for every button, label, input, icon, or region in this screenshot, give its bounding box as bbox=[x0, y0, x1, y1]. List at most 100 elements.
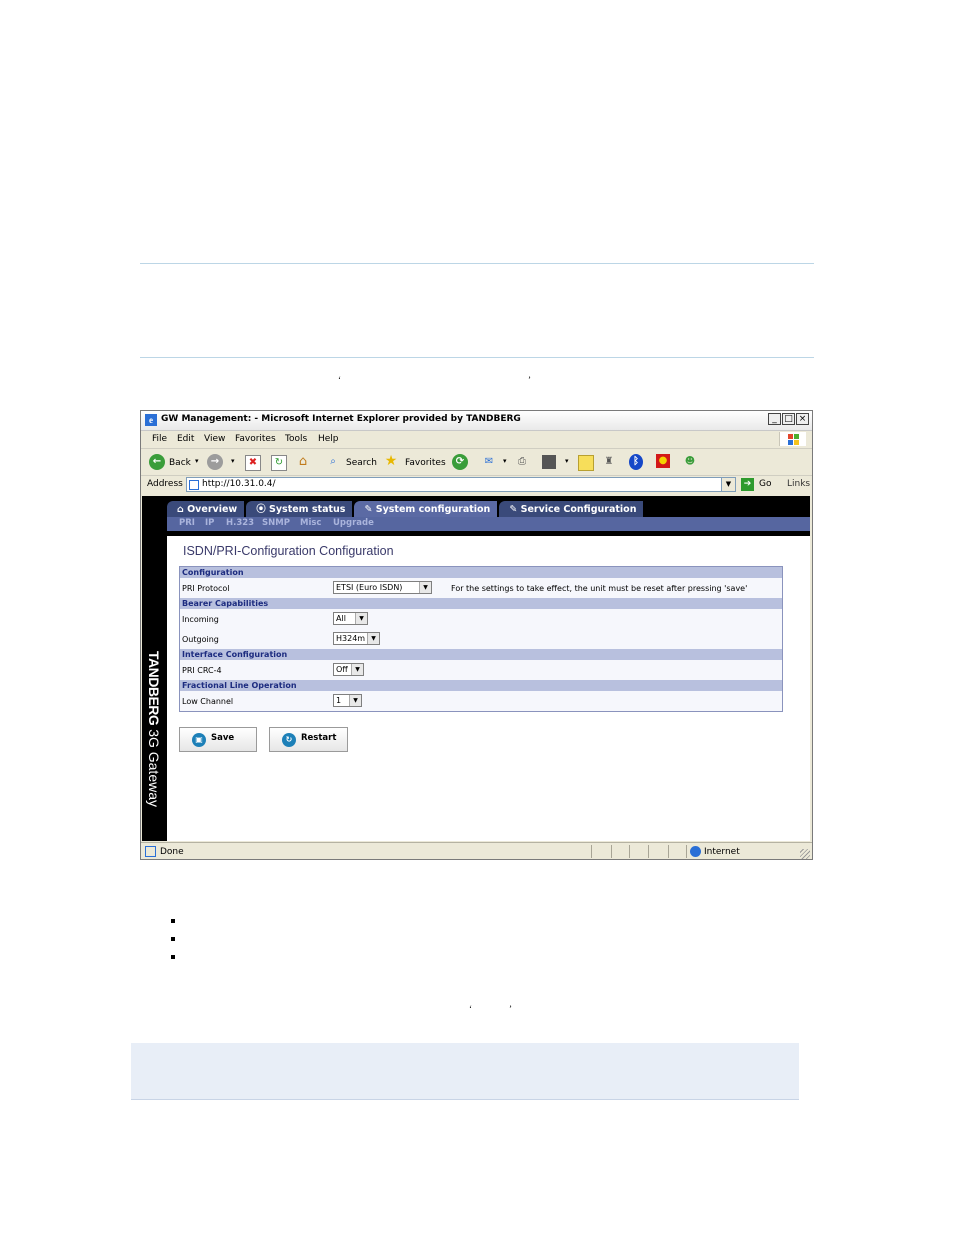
top-divider bbox=[140, 263, 814, 264]
close-quote: ’ bbox=[509, 1004, 512, 1014]
maximize-button[interactable]: □ bbox=[782, 413, 795, 425]
resize-grip[interactable] bbox=[800, 849, 810, 859]
tab-overview[interactable]: ⌂ Overview bbox=[167, 501, 245, 517]
pri-protocol-select[interactable]: ETSI (Euro ISDN) ▼ bbox=[333, 581, 432, 594]
history-icon[interactable]: ⟳ bbox=[452, 454, 468, 470]
research-icon[interactable]: ♜ bbox=[602, 455, 616, 469]
home-icon: ⌂ bbox=[177, 504, 188, 515]
incoming-value: All bbox=[336, 614, 346, 623]
save-button[interactable]: ▣ Save bbox=[179, 727, 257, 752]
address-label: Address bbox=[147, 479, 183, 489]
notes-icon[interactable] bbox=[578, 455, 594, 471]
wrench-icon: ✎ bbox=[509, 504, 521, 515]
stop-icon[interactable]: ✖ bbox=[245, 455, 261, 471]
subnav-snmp[interactable]: SNMP bbox=[262, 518, 290, 528]
subnav-h323[interactable]: H.323 bbox=[226, 518, 254, 528]
pri-crc4-select[interactable]: Off ▼ bbox=[333, 663, 364, 676]
save-button-label: Save bbox=[211, 733, 235, 743]
outgoing-select[interactable]: H324m ▼ bbox=[333, 632, 380, 645]
menu-view[interactable]: View bbox=[204, 434, 225, 444]
favorites-button[interactable]: Favorites bbox=[405, 458, 446, 468]
ie-icon: e bbox=[145, 414, 157, 426]
status-bar: Done Internet bbox=[141, 842, 812, 859]
section-header: Interface Configuration bbox=[180, 649, 782, 660]
back-dropdown-icon[interactable]: ▾ bbox=[195, 457, 199, 465]
tab-system-configuration[interactable]: ✎ System configuration bbox=[354, 501, 498, 517]
chevron-down-icon[interactable]: ▼ bbox=[351, 664, 363, 675]
edit-dropdown-icon[interactable]: ▾ bbox=[565, 457, 569, 465]
menu-file[interactable]: File bbox=[152, 434, 167, 444]
chevron-down-icon[interactable]: ▼ bbox=[349, 695, 361, 706]
windows-logo-icon bbox=[779, 432, 806, 446]
subnav-misc[interactable]: Misc bbox=[300, 518, 321, 528]
pri-crc4-value: Off bbox=[336, 665, 348, 674]
forward-dropdown-icon[interactable]: ▾ bbox=[231, 457, 235, 465]
status-divider bbox=[611, 845, 612, 858]
product-name: 3G Gateway bbox=[146, 729, 162, 808]
subnav-upgrade[interactable]: Upgrade bbox=[333, 518, 374, 528]
edit-icon[interactable] bbox=[542, 455, 556, 469]
print-icon[interactable]: ⎙ bbox=[515, 455, 529, 469]
home-icon[interactable]: ⌂ bbox=[296, 455, 310, 469]
tab-overview-label: Overview bbox=[187, 504, 238, 515]
restart-button[interactable]: ↻ Restart bbox=[269, 727, 348, 752]
status-divider bbox=[648, 845, 649, 858]
browser-window: e GW Management: - Microsoft Internet Ex… bbox=[140, 410, 813, 860]
security-zone: Internet bbox=[704, 847, 740, 857]
mail-dropdown-icon[interactable]: ▾ bbox=[503, 457, 507, 465]
bluetooth-icon[interactable]: ᛒ bbox=[629, 454, 643, 470]
search-button[interactable]: Search bbox=[346, 458, 377, 468]
chevron-down-icon[interactable]: ▼ bbox=[367, 633, 379, 644]
favorites-star-icon[interactable]: ★ bbox=[384, 454, 398, 468]
outgoing-label: Outgoing bbox=[182, 635, 219, 644]
page-title: ISDN/PRI-Configuration Configuration bbox=[183, 544, 394, 558]
section-header: Bearer Capabilities bbox=[180, 598, 782, 609]
close-button[interactable]: × bbox=[796, 413, 809, 425]
close-quote: ’ bbox=[528, 375, 531, 385]
sub-navigation: PRI IP H.323 SNMP Misc Upgrade bbox=[167, 517, 810, 531]
incoming-select[interactable]: All ▼ bbox=[333, 612, 368, 625]
brand-logo: TANDBERG 3G Gateway bbox=[146, 651, 162, 807]
address-field[interactable]: http://10.31.0.4/ ▼ bbox=[186, 477, 736, 492]
messenger-alert-icon[interactable]: ● bbox=[656, 454, 670, 468]
table-row: Outgoing H324m ▼ bbox=[180, 629, 782, 649]
menu-tools[interactable]: Tools bbox=[285, 434, 307, 444]
wrench-icon: ✎ bbox=[364, 504, 376, 515]
menu-edit[interactable]: Edit bbox=[177, 434, 194, 444]
incoming-label: Incoming bbox=[182, 615, 219, 624]
table-row: Low Channel 1 ▼ bbox=[180, 691, 782, 711]
go-arrow-icon[interactable]: ➔ bbox=[741, 478, 754, 491]
pri-protocol-label: PRI Protocol bbox=[182, 584, 230, 593]
menu-bar: File Edit View Favorites Tools Help bbox=[141, 431, 812, 449]
search-icon[interactable]: ⌕ bbox=[326, 455, 340, 469]
messenger-icon[interactable]: ☻ bbox=[683, 455, 697, 469]
back-arrow-icon[interactable]: ← bbox=[149, 454, 165, 470]
tab-service-configuration-label: Service Configuration bbox=[520, 504, 637, 515]
window-title: GW Management: - Microsoft Internet Expl… bbox=[161, 414, 521, 424]
forward-arrow-icon[interactable]: → bbox=[207, 454, 223, 470]
tab-service-configuration[interactable]: ✎ Service Configuration bbox=[499, 501, 644, 517]
low-channel-label: Low Channel bbox=[182, 697, 234, 706]
low-channel-value: 1 bbox=[336, 696, 342, 705]
subnav-pri[interactable]: PRI bbox=[179, 518, 195, 528]
subnav-ip[interactable]: IP bbox=[205, 518, 214, 528]
settings-note: For the settings to take effect, the uni… bbox=[451, 584, 748, 593]
menu-help[interactable]: Help bbox=[318, 434, 339, 444]
low-channel-select[interactable]: 1 ▼ bbox=[333, 694, 362, 707]
chevron-down-icon[interactable]: ▼ bbox=[355, 613, 367, 624]
restart-button-label: Restart bbox=[301, 733, 337, 743]
address-dropdown-icon[interactable]: ▼ bbox=[721, 478, 735, 491]
minimize-button[interactable]: _ bbox=[768, 413, 781, 425]
menu-favorites[interactable]: Favorites bbox=[235, 434, 276, 444]
table-row: PRI CRC-4 Off ▼ bbox=[180, 660, 782, 680]
chevron-down-icon[interactable]: ▼ bbox=[419, 582, 431, 593]
status-text: Done bbox=[160, 847, 184, 857]
links-button[interactable]: Links bbox=[787, 479, 810, 489]
back-button[interactable]: Back bbox=[169, 458, 191, 468]
tab-system-status[interactable]: ⦿ System status bbox=[246, 501, 353, 517]
go-button[interactable]: Go bbox=[759, 479, 771, 489]
section-header: Fractional Line Operation bbox=[180, 680, 782, 691]
open-quote: ‘ bbox=[469, 1004, 472, 1014]
refresh-icon[interactable]: ↻ bbox=[271, 455, 287, 471]
mail-icon[interactable]: ✉ bbox=[482, 455, 496, 469]
